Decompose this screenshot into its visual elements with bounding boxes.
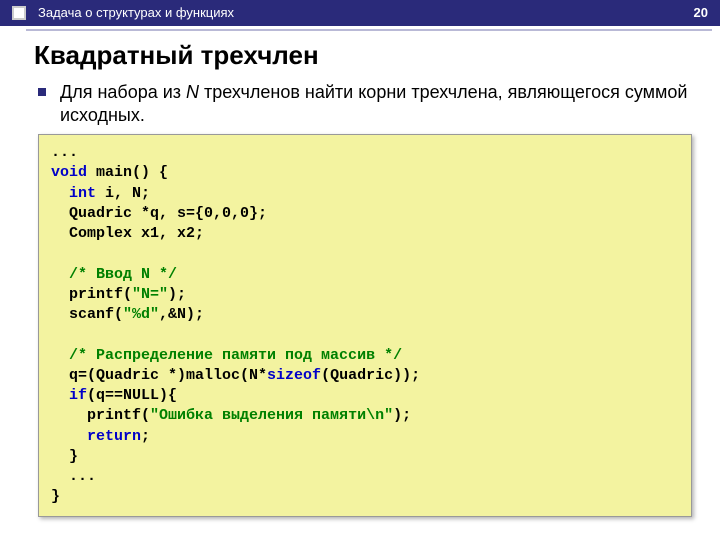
code-keyword: return (87, 428, 141, 445)
code-text: ); (393, 407, 411, 424)
code-text (51, 347, 69, 364)
code-text: ,&N); (159, 306, 204, 323)
code-text: main() { (87, 164, 168, 181)
slide: Задача о структурах и функциях 20 Квадра… (0, 0, 720, 540)
code-text: i, N; (96, 185, 150, 202)
bullet-item: Для набора из N трехчленов найти корни т… (38, 81, 690, 126)
code-text: q=(Quadric *)malloc(N* (51, 367, 267, 384)
code-text (51, 185, 69, 202)
code-text: (q==NULL){ (87, 387, 177, 404)
code-text (51, 428, 87, 445)
code-text: printf( (51, 407, 150, 424)
code-block: ... void main() { int i, N; Quadric *q, … (38, 134, 692, 517)
code-line: } (51, 488, 60, 505)
code-text (51, 387, 69, 404)
bullet-n: N (186, 82, 199, 102)
header-rule (26, 29, 712, 31)
header-subject: Задача о структурах и функциях (38, 4, 234, 22)
code-line: ... (51, 468, 96, 485)
corner-decoration (12, 6, 26, 20)
code-text: ; (141, 428, 150, 445)
bullet-icon (38, 88, 46, 96)
code-line: Quadric *q, s={0,0,0}; (51, 205, 267, 222)
bullet-text: Для набора из N трехчленов найти корни т… (60, 81, 690, 126)
code-string: "Ошибка выделения памяти\n" (150, 407, 393, 424)
code-line: } (51, 448, 78, 465)
code-keyword: if (69, 387, 87, 404)
bullet-pre: Для набора из (60, 82, 186, 102)
code-text: printf( (51, 286, 132, 303)
code-line: ... (51, 144, 78, 161)
code-comment: /* Распределение памяти под массив */ (69, 347, 402, 364)
code-keyword: int (69, 185, 96, 202)
page-number: 20 (694, 4, 708, 22)
code-text: scanf( (51, 306, 123, 323)
code-comment: /* Ввод N */ (69, 266, 177, 283)
code-keyword: sizeof (267, 367, 321, 384)
code-text: (Quadric)); (321, 367, 420, 384)
code-line: Complex x1, x2; (51, 225, 204, 242)
header-bar: Задача о структурах и функциях 20 (0, 0, 720, 26)
code-string: "N=" (132, 286, 168, 303)
code-keyword: void (51, 164, 87, 181)
code-text: ); (168, 286, 186, 303)
code-text (51, 266, 69, 283)
slide-title: Квадратный трехчлен (34, 40, 720, 71)
code-string: "%d" (123, 306, 159, 323)
